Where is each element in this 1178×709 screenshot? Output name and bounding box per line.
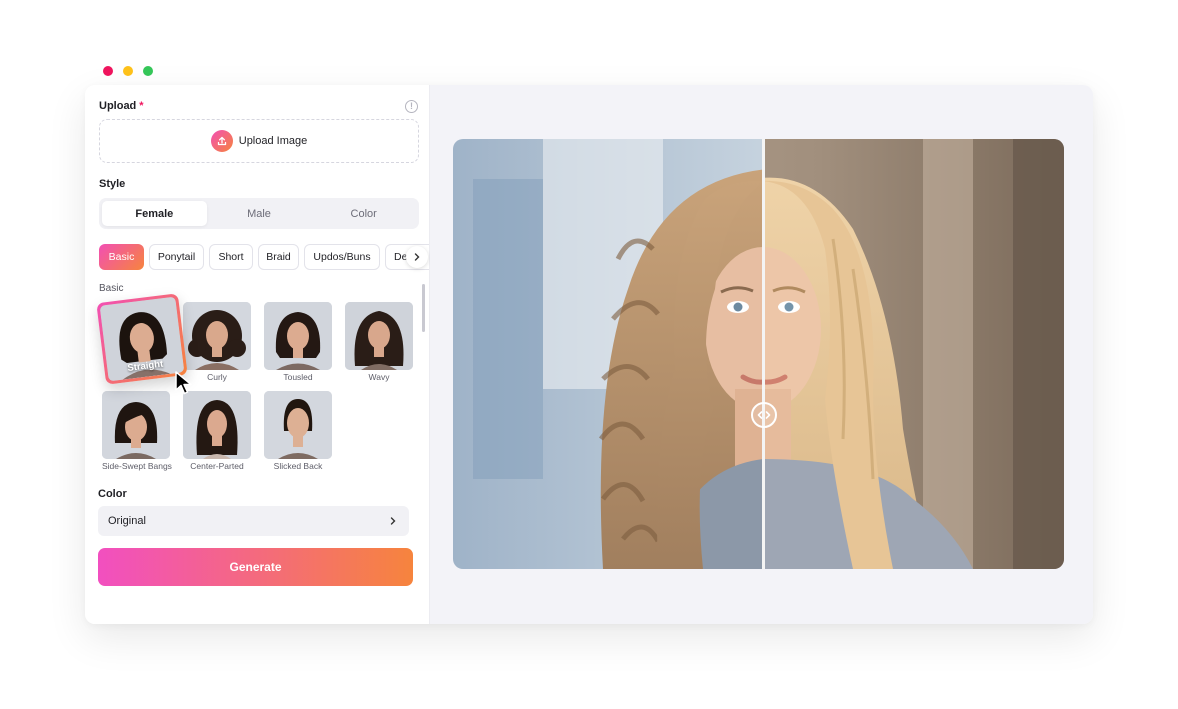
category-chips: Basic Ponytail Short Braid Updos/Buns De… <box>99 244 429 270</box>
hairstyle-label: Center-Parted <box>190 461 244 471</box>
info-icon[interactable]: ! <box>405 100 418 113</box>
chip-basic[interactable]: Basic <box>99 244 144 270</box>
color-select[interactable]: Original <box>98 506 409 536</box>
tab-male[interactable]: Male <box>207 201 312 226</box>
window-controls <box>103 66 153 76</box>
hairstyle-label: Tousled <box>283 372 313 382</box>
arrows-horizontal-icon <box>757 411 771 419</box>
tab-color[interactable]: Color <box>311 201 416 226</box>
hairstyle-label: Side-Swept Bangs <box>102 461 172 471</box>
compare-divider[interactable] <box>762 139 765 569</box>
hairstyle-wavy[interactable]: Wavy <box>345 302 413 382</box>
hairstyle-tousled[interactable]: Tousled <box>264 302 332 382</box>
hairstyle-thumbnail <box>264 302 332 370</box>
hairstyle-slicked-back[interactable]: Slicked Back <box>264 391 332 471</box>
settings-panel: Upload * ! Upload Image Style Female Male… <box>85 85 430 624</box>
hairstyle-side-swept-bangs[interactable]: Side-Swept Bangs <box>102 391 172 471</box>
hairstyle-thumbnail <box>183 302 251 370</box>
upload-button-label: Upload Image <box>238 135 308 147</box>
color-label: Color <box>98 488 127 500</box>
chips-next-button[interactable] <box>406 246 428 268</box>
chip-ponytail[interactable]: Ponytail <box>149 244 204 270</box>
hairstyle-thumbnail <box>102 391 170 459</box>
hairstyle-thumbnail <box>264 391 332 459</box>
chip-braid[interactable]: Braid <box>258 244 299 270</box>
upload-dropzone[interactable]: Upload Image <box>99 119 419 163</box>
hairstyle-thumbnail: Straight <box>99 296 185 382</box>
upload-icon <box>210 130 233 152</box>
hairstyle-label: Wavy <box>368 372 390 382</box>
compare-slider-handle[interactable] <box>751 402 777 428</box>
chevron-right-icon <box>414 253 420 261</box>
chip-updos-buns[interactable]: Updos/Buns <box>304 244 380 270</box>
before-after-comparison[interactable] <box>453 139 1064 569</box>
style-label: Style <box>99 178 126 190</box>
tab-female[interactable]: Female <box>102 201 207 226</box>
generate-button[interactable]: Generate <box>98 548 413 586</box>
required-mark: * <box>139 100 144 112</box>
hairstyle-center-parted[interactable]: Center-Parted <box>183 391 251 471</box>
sidebar-scrollbar[interactable] <box>422 284 425 332</box>
hairstyle-label: Slicked Back <box>273 461 323 471</box>
hairstyle-thumbnail <box>183 391 251 459</box>
upload-heading: Upload * <box>99 100 144 112</box>
portrait-image <box>453 139 1064 569</box>
chip-short[interactable]: Short <box>209 244 253 270</box>
color-value: Original <box>108 515 146 527</box>
upload-label: Upload <box>99 100 137 112</box>
preview-stage <box>430 85 1093 624</box>
gender-tabs: Female Male Color <box>99 198 419 229</box>
app-window: Upload * ! Upload Image Style Female Male… <box>85 85 1093 624</box>
cursor-icon <box>175 371 192 395</box>
chevron-right-icon <box>390 517 396 525</box>
close-dot[interactable] <box>103 66 113 76</box>
hairstyle-thumbnail <box>345 302 413 370</box>
maximize-dot[interactable] <box>143 66 153 76</box>
section-label: Basic <box>99 283 124 294</box>
minimize-dot[interactable] <box>123 66 133 76</box>
